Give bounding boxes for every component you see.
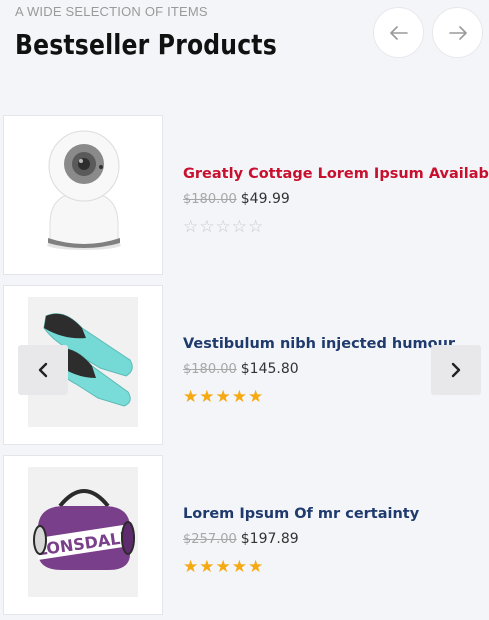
- rating-stars: ★ ★ ★ ★ ★: [183, 559, 419, 576]
- star-filled-icon: ★: [215, 557, 231, 577]
- star-empty-icon: ☆: [199, 217, 215, 237]
- old-price: $180.00: [183, 192, 237, 207]
- old-price: $257.00: [183, 532, 237, 547]
- section-kicker: A WIDE SELECTION OF ITEMS: [15, 4, 208, 19]
- product-info: Lorem Ipsum Of mr certainty $257.00 $197.…: [183, 506, 419, 576]
- current-price: $145.80: [240, 361, 299, 377]
- star-empty-icon: ☆: [183, 217, 199, 237]
- current-price: $197.89: [240, 531, 299, 547]
- star-filled-icon: ★: [215, 387, 231, 407]
- star-empty-icon: ☆: [231, 217, 247, 237]
- chevron-right-icon: [451, 362, 461, 378]
- security-camera-image: [47, 130, 121, 250]
- product-info: Greatly Cottage Lorem Ipsum Available $1…: [183, 166, 489, 236]
- product-image-card[interactable]: [3, 115, 163, 275]
- arrow-left-icon: [389, 25, 408, 40]
- product-price: $257.00 $197.89: [183, 531, 419, 547]
- product-name-link[interactable]: Lorem Ipsum Of mr certainty: [183, 506, 419, 522]
- star-filled-icon: ★: [199, 557, 215, 577]
- rating-stars: ☆ ☆ ☆ ☆ ☆: [183, 219, 489, 236]
- product-price: $180.00 $145.80: [183, 361, 455, 377]
- section-title: Bestseller Products: [15, 28, 277, 61]
- rating-stars: ★ ★ ★ ★ ★: [183, 389, 455, 406]
- product-name-link[interactable]: Greatly Cottage Lorem Ipsum Available: [183, 166, 489, 182]
- star-filled-icon: ★: [248, 387, 264, 407]
- next-button[interactable]: [432, 7, 483, 58]
- chevron-left-icon: [38, 362, 48, 378]
- slider-next-button[interactable]: [431, 345, 481, 395]
- product-image-card[interactable]: LONSDALE: [3, 455, 163, 615]
- arrow-right-icon: [448, 25, 467, 40]
- star-filled-icon: ★: [231, 557, 247, 577]
- current-price: $49.99: [240, 191, 290, 207]
- product-name-link[interactable]: Vestibulum nibh injected humour: [183, 336, 455, 352]
- product-info: Vestibulum nibh injected humour $180.00 $…: [183, 336, 455, 406]
- star-filled-icon: ★: [183, 387, 199, 407]
- slider-prev-button[interactable]: [18, 345, 68, 395]
- star-empty-icon: ☆: [248, 217, 264, 237]
- duffel-bag-image: LONSDALE: [28, 467, 138, 597]
- star-filled-icon: ★: [183, 557, 199, 577]
- star-empty-icon: ☆: [215, 217, 231, 237]
- old-price: $180.00: [183, 362, 237, 377]
- star-filled-icon: ★: [248, 557, 264, 577]
- star-filled-icon: ★: [231, 387, 247, 407]
- star-filled-icon: ★: [199, 387, 215, 407]
- prev-button[interactable]: [373, 7, 424, 58]
- product-price: $180.00 $49.99: [183, 191, 489, 207]
